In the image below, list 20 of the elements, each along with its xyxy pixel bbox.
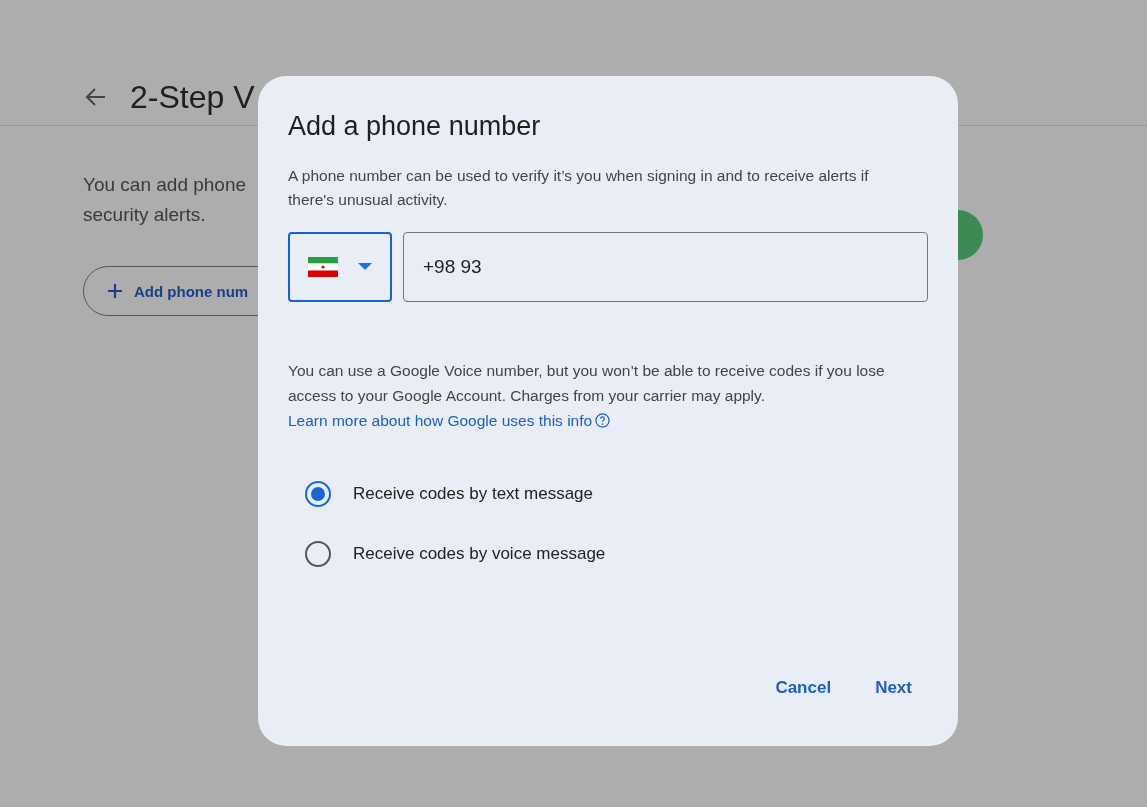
text-button[interactable]: Cancel (759, 670, 848, 706)
note-text: You can use a Google Voice number, but you won’t be able to receive codes if you lose access to your Google Account. Charges from your carrier may apply. (288, 362, 885, 404)
dialog-description: A phone number can be used to verify it’s you when signing in and to receive alerts if there's unusual activity. (288, 166, 870, 210)
description-text: security alerts. (83, 203, 206, 227)
plus-icon (106, 282, 124, 300)
phone-number-field[interactable]: +98 93 (403, 232, 928, 302)
radio-button[interactable] (305, 481, 331, 507)
back-arrow-icon[interactable] (84, 86, 106, 107)
text-button[interactable]: Next (859, 670, 928, 706)
flag-icon (308, 257, 338, 277)
dialog-title: Add a phone number (288, 110, 542, 142)
page-title: 2-Step V (130, 80, 255, 113)
country-select[interactable] (288, 232, 392, 302)
learn-more-link[interactable]: Learn more about how Google uses this info (288, 412, 593, 429)
description-text: You can add phone (83, 173, 247, 197)
radio-button[interactable] (305, 541, 331, 567)
option-label[interactable]: Receive codes by text message (353, 484, 593, 504)
help-icon[interactable] (595, 413, 611, 428)
option-label[interactable]: Receive codes by voice message (353, 544, 606, 564)
dropdown-arrow-icon (358, 263, 372, 271)
